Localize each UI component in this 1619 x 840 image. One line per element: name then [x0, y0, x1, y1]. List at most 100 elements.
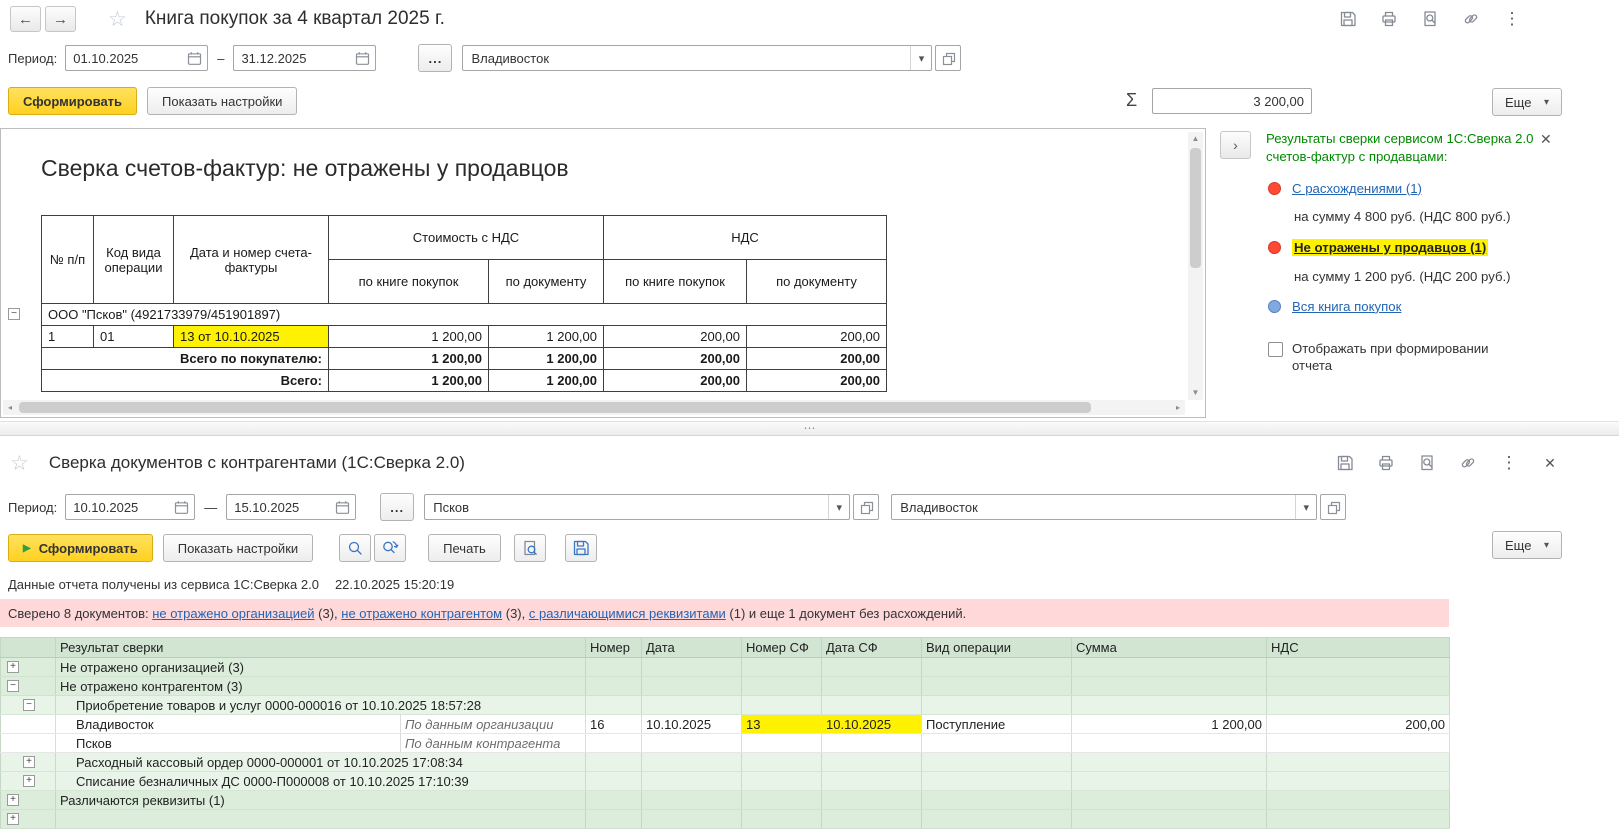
- link-icon[interactable]: [1457, 451, 1479, 475]
- collapse-icon[interactable]: −: [7, 680, 19, 692]
- discrepancies-link[interactable]: С расхождениями (1): [1292, 181, 1422, 196]
- top-actions-row: Сформировать Показать настройки: [0, 84, 1619, 118]
- checkbox-label: Отображать при формировании отчета: [1292, 340, 1489, 373]
- data-row-counterparty[interactable]: Псков По данным контрагента: [0, 733, 1450, 753]
- highlighted-invoice-date-cell: 10.10.2025: [821, 714, 922, 734]
- group-row-different-requisites[interactable]: + Различаются реквизиты (1): [0, 790, 1450, 810]
- open-item-icon[interactable]: [853, 494, 880, 520]
- col-vat-book: по книге покупок: [603, 259, 747, 304]
- print-preview-button[interactable]: [513, 534, 546, 562]
- search-next-button[interactable]: [374, 534, 407, 562]
- not-reflected-sum: на сумму 1 200 руб. (НДС 200 руб.): [1294, 268, 1511, 284]
- different-requisites-link[interactable]: с различающимися реквизитами: [529, 606, 726, 621]
- show-settings-button[interactable]: Показать настройки: [147, 87, 298, 115]
- print-icon[interactable]: [1375, 451, 1397, 475]
- group-row-not-reflected-org[interactable]: + Не отражено организацией (3): [0, 657, 1450, 677]
- expand-icon[interactable]: +: [7, 813, 19, 825]
- col-cost-book: по книге покупок: [328, 259, 489, 304]
- calendar-icon[interactable]: [169, 495, 194, 519]
- scroll-down-icon[interactable]: ▼: [1188, 386, 1203, 400]
- scroll-left-icon[interactable]: ◂: [3, 400, 17, 415]
- save-icon[interactable]: [1337, 7, 1359, 31]
- group-row-partial[interactable]: +: [0, 809, 1450, 829]
- horizontal-scrollbar[interactable]: ◂ ▸: [3, 400, 1185, 415]
- panel-splitter[interactable]: ⋯: [0, 421, 1619, 436]
- favorite-star-icon[interactable]: ☆: [108, 9, 127, 30]
- forward-button[interactable]: →: [45, 6, 76, 32]
- open-item-icon[interactable]: [935, 45, 962, 71]
- table-row[interactable]: 1 01 13 от 10.10.2025 1 200,00 1 200,00 …: [41, 325, 887, 348]
- document-row-purchase[interactable]: − Приобретение товаров и услуг 0000-0000…: [0, 695, 1450, 715]
- scroll-up-icon[interactable]: ▲: [1188, 132, 1203, 146]
- counterparty-combo[interactable]: Псков ▾: [424, 494, 851, 520]
- print-icon[interactable]: [1378, 7, 1400, 31]
- verification-summary-banner: Сверено 8 документов: не отражено органи…: [0, 599, 1449, 627]
- period-options-button[interactable]: ...: [380, 493, 415, 521]
- close-icon[interactable]: ✕: [1539, 451, 1561, 475]
- document-row-cash-order[interactable]: + Расходный кассовый ордер 0000-000001 о…: [0, 752, 1450, 772]
- generate-report-button[interactable]: ▶ Сформировать: [8, 534, 153, 562]
- chevron-down-icon[interactable]: ▾: [910, 46, 931, 70]
- organization-combo[interactable]: Владивосток ▾: [891, 494, 1318, 520]
- expand-icon[interactable]: +: [23, 775, 35, 787]
- more-button[interactable]: Еще ▾: [1492, 531, 1562, 559]
- calendar-icon[interactable]: [182, 46, 207, 70]
- chevron-down-icon[interactable]: ▾: [1295, 495, 1316, 519]
- not-reflected-cp-link[interactable]: не отражено контрагентом: [341, 606, 502, 621]
- verify-item-not-reflected: Не отражены у продавцов (1): [1268, 238, 1554, 256]
- save-result-button[interactable]: [564, 534, 597, 562]
- find-icon[interactable]: [1419, 7, 1441, 31]
- calendar-icon[interactable]: [350, 46, 375, 70]
- more-menu-icon[interactable]: ⋮: [1501, 7, 1523, 31]
- period-to-input[interactable]: 31.12.2025: [233, 45, 377, 71]
- chevron-down-icon[interactable]: ▾: [828, 495, 849, 519]
- data-row-organization[interactable]: Владивосток По данным организации 16 10.…: [0, 714, 1450, 734]
- group-row-not-reflected-cp[interactable]: − Не отражено контрагентом (3): [0, 676, 1450, 696]
- search-button[interactable]: [339, 534, 372, 562]
- expand-icon[interactable]: +: [7, 794, 19, 806]
- more-button[interactable]: Еще ▾: [1492, 88, 1562, 116]
- generate-report-button[interactable]: Сформировать: [8, 87, 138, 115]
- expand-icon[interactable]: +: [7, 661, 19, 673]
- scrollbar-thumb[interactable]: [19, 402, 1091, 413]
- print-button[interactable]: Печать: [428, 534, 501, 562]
- sidebar-expander-button[interactable]: ›: [1220, 131, 1251, 159]
- link-icon[interactable]: [1460, 7, 1482, 31]
- collapse-group-icon[interactable]: −: [8, 308, 20, 320]
- save-icon[interactable]: [1334, 451, 1356, 475]
- organization-combo[interactable]: Владивосток ▾: [462, 45, 933, 71]
- document-row-writeoff[interactable]: + Списание безналичных ДС 0000-П000008 о…: [0, 771, 1450, 791]
- collapse-icon[interactable]: −: [23, 699, 35, 711]
- group-row[interactable]: ООО "Псков" (4921733979/451901897): [41, 303, 887, 326]
- expand-icon[interactable]: +: [23, 756, 35, 768]
- highlighted-invoice-number-cell: 13: [741, 714, 822, 734]
- more-menu-icon[interactable]: ⋮: [1498, 451, 1520, 475]
- period-label: Период:: [8, 50, 58, 66]
- show-on-generate-checkbox[interactable]: [1268, 341, 1283, 357]
- col-result: Результат сверки: [55, 637, 586, 658]
- not-reflected-org-link[interactable]: не отражено организацией: [152, 606, 314, 621]
- purchase-book-panel: ← → ☆ Книга покупок за 4 квартал 2025 г.…: [0, 0, 1619, 420]
- find-icon[interactable]: [1416, 451, 1438, 475]
- favorite-star-icon[interactable]: ☆: [10, 453, 29, 474]
- open-item-icon[interactable]: [1320, 494, 1347, 520]
- period-from-input[interactable]: 10.10.2025: [65, 494, 196, 520]
- whole-book-link[interactable]: Вся книга покупок: [1292, 299, 1401, 314]
- period-options-button[interactable]: ...: [418, 44, 453, 72]
- col-number: Номер: [585, 637, 642, 658]
- back-button[interactable]: ←: [10, 6, 41, 32]
- sigma-icon: Σ: [1126, 90, 1138, 110]
- scroll-right-icon[interactable]: ▸: [1171, 400, 1185, 415]
- col-tree: [0, 637, 56, 658]
- vertical-scrollbar[interactable]: ▲ ▼: [1188, 132, 1203, 400]
- verify-item-whole-book: Вся книга покупок: [1268, 299, 1554, 314]
- not-reflected-link[interactable]: Не отражены у продавцов (1): [1292, 238, 1489, 256]
- show-settings-button[interactable]: Показать настройки: [162, 534, 314, 562]
- sum-field[interactable]: 3 200,00: [1152, 88, 1312, 114]
- calendar-icon[interactable]: [330, 495, 355, 519]
- period-to-input[interactable]: 15.10.2025: [226, 494, 357, 520]
- period-dash: —: [204, 499, 218, 515]
- chevron-down-icon: ▾: [1543, 539, 1549, 551]
- period-from-input[interactable]: 01.10.2025: [65, 45, 209, 71]
- scrollbar-thumb[interactable]: [1190, 148, 1201, 268]
